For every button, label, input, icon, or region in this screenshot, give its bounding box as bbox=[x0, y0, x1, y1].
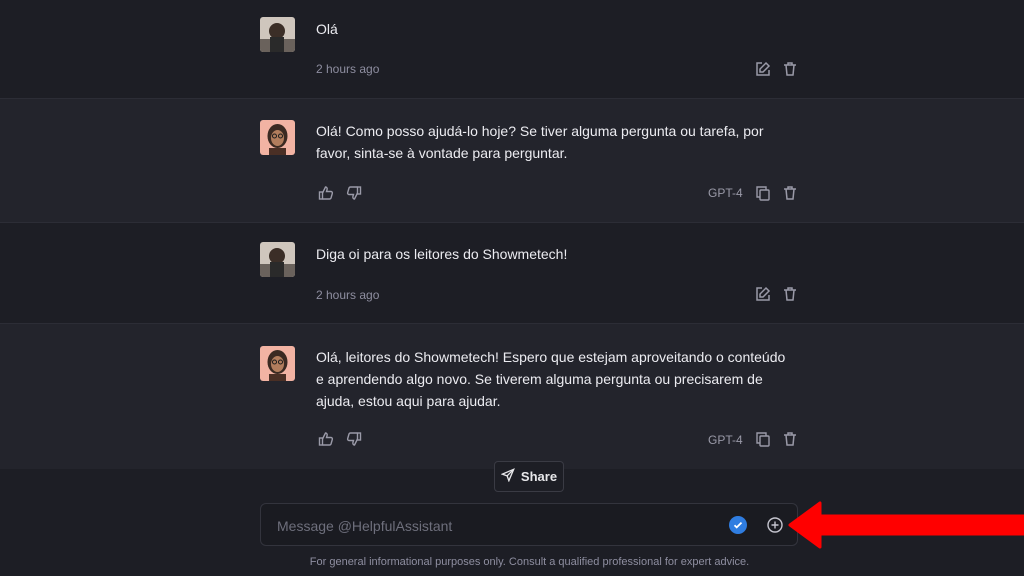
message-row-assistant: Olá! Como posso ajudá-lo hoje? Se tiver … bbox=[0, 98, 1024, 223]
user-avatar bbox=[260, 17, 295, 52]
thumbs-up-icon[interactable] bbox=[318, 185, 334, 201]
plus-circle-icon[interactable] bbox=[766, 516, 784, 534]
share-button[interactable]: Share bbox=[494, 461, 564, 492]
message-row-user: Olá 2 hours ago bbox=[0, 0, 1024, 98]
user-avatar bbox=[260, 242, 295, 277]
send-icon bbox=[500, 468, 515, 485]
copy-icon[interactable] bbox=[755, 185, 771, 201]
message-composer bbox=[260, 503, 798, 547]
trash-icon[interactable] bbox=[782, 431, 798, 447]
model-badge: GPT-4 bbox=[708, 186, 743, 200]
message-row-user: Diga oi para os leitores do Showmetech! … bbox=[0, 222, 1024, 324]
check-icon[interactable] bbox=[729, 516, 747, 534]
assistant-avatar bbox=[260, 346, 295, 381]
edit-icon[interactable] bbox=[755, 286, 771, 302]
red-arrow-annotation bbox=[786, 497, 1024, 553]
message-text: Olá, leitores do Showmetech! Espero que … bbox=[316, 349, 786, 409]
thumbs-down-icon[interactable] bbox=[346, 185, 362, 201]
copy-icon[interactable] bbox=[755, 431, 771, 447]
thumbs-up-icon[interactable] bbox=[318, 431, 334, 447]
trash-icon[interactable] bbox=[782, 61, 798, 77]
share-label: Share bbox=[520, 469, 558, 484]
trash-icon[interactable] bbox=[782, 286, 798, 302]
message-text: Olá bbox=[316, 21, 338, 37]
message-text: Diga oi para os leitores do Showmetech! bbox=[316, 246, 568, 262]
message-timestamp: 2 hours ago bbox=[316, 288, 380, 302]
message-timestamp: 2 hours ago bbox=[316, 62, 380, 76]
disclaimer-text: For general informational purposes only.… bbox=[309, 556, 750, 568]
message-text: Olá! Como posso ajudá-lo hoje? Se tiver … bbox=[316, 123, 764, 161]
model-badge: GPT-4 bbox=[708, 433, 743, 447]
thumbs-down-icon[interactable] bbox=[346, 431, 362, 447]
message-input[interactable] bbox=[275, 504, 719, 547]
edit-icon[interactable] bbox=[755, 61, 771, 77]
trash-icon[interactable] bbox=[782, 185, 798, 201]
message-row-assistant: Olá, leitores do Showmetech! Espero que … bbox=[0, 323, 1024, 469]
assistant-avatar bbox=[260, 120, 295, 155]
